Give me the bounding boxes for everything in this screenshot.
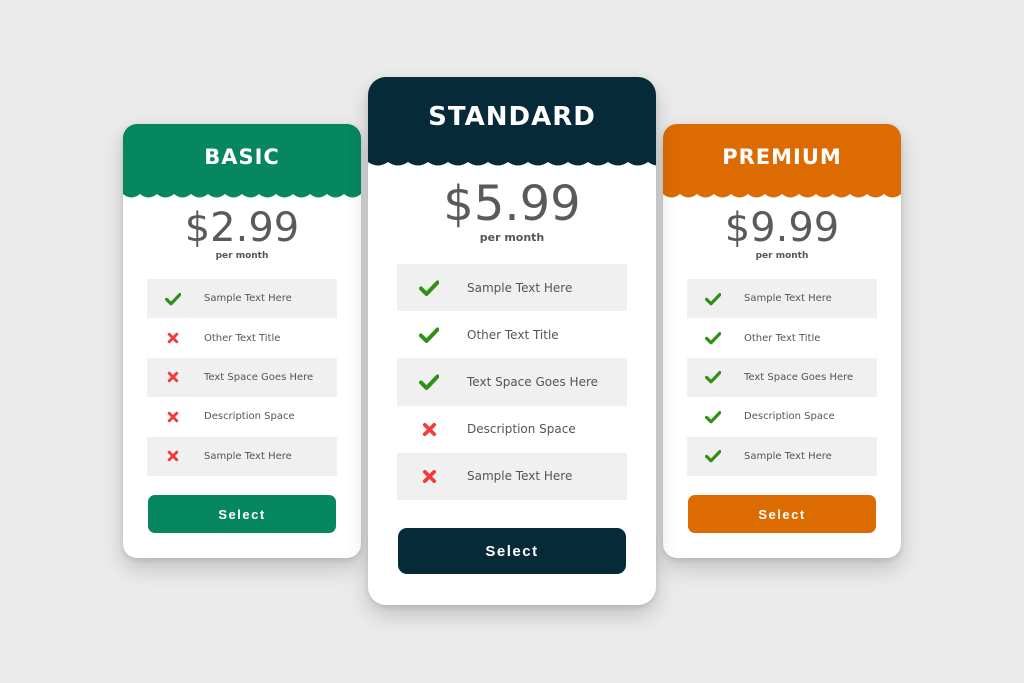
feature-row: Sample Text Here — [397, 452, 627, 500]
plan-header: BASIC — [123, 124, 361, 198]
plan-price: $5.99 — [443, 176, 581, 232]
feature-label: Sample Text Here — [204, 293, 292, 305]
feature-label: Sample Text Here — [467, 469, 573, 484]
wave-shape — [368, 160, 656, 166]
feature-row: Other Text Title — [147, 318, 337, 357]
feature-row: Description Space — [147, 397, 337, 436]
select-premium-button[interactable]: Select — [688, 495, 876, 533]
feature-label: Description Space — [467, 422, 576, 437]
price-block: $9.99 per month — [663, 208, 901, 261]
feature-label: Other Text Title — [204, 332, 281, 344]
feature-label: Text Space Goes Here — [467, 374, 599, 389]
feature-label: Sample Text Here — [204, 450, 292, 462]
feature-row: Other Text Title — [687, 318, 877, 357]
select-standard-button[interactable]: Select — [398, 528, 626, 574]
cross-icon — [147, 411, 199, 423]
cross-icon — [397, 469, 461, 484]
plan-header: PREMIUM — [663, 124, 901, 198]
check-icon — [147, 291, 199, 307]
check-icon — [397, 372, 461, 392]
cross-icon — [147, 371, 199, 383]
plan-name: PREMIUM — [722, 145, 842, 169]
feature-label: Sample Text Here — [744, 450, 832, 462]
wave-shape — [663, 192, 901, 198]
feature-row: Sample Text Here — [147, 279, 337, 319]
price-block: $2.99 per month — [123, 208, 361, 261]
select-basic-button[interactable]: Select — [148, 495, 336, 533]
feature-row: Description Space — [687, 397, 877, 436]
feature-label: Other Text Title — [467, 327, 559, 342]
price-block: $5.99 per month — [368, 180, 656, 244]
check-icon — [687, 330, 739, 346]
pricing-table: BASIC $2.99 per month Sample Text Here Ot… — [0, 0, 1024, 683]
plan-card-premium: PREMIUM $9.99 per month Sample Text Here… — [663, 124, 901, 558]
feature-row: Sample Text Here — [687, 279, 877, 319]
billing-period: per month — [755, 251, 809, 261]
wave-shape — [123, 192, 361, 198]
check-icon — [687, 369, 739, 385]
feature-label: Description Space — [744, 411, 835, 423]
cross-icon — [147, 332, 199, 344]
feature-label: Text Space Goes Here — [744, 371, 854, 383]
billing-period: per month — [479, 231, 545, 244]
plan-price: $9.99 — [724, 205, 840, 251]
feature-row: Text Space Goes Here — [687, 357, 877, 398]
plan-card-basic: BASIC $2.99 per month Sample Text Here Ot… — [123, 124, 361, 558]
plan-price: $2.99 — [184, 205, 300, 251]
plan-name: STANDARD — [428, 101, 596, 132]
check-icon — [687, 291, 739, 307]
feature-row: Sample Text Here — [687, 436, 877, 476]
check-icon — [687, 409, 739, 425]
check-icon — [397, 278, 461, 298]
check-icon — [687, 448, 739, 464]
feature-label: Description Space — [204, 411, 295, 423]
feature-label: Text Space Goes Here — [204, 371, 314, 383]
wave-edge — [368, 160, 656, 166]
feature-row: Text Space Goes Here — [147, 357, 337, 398]
feature-list: Sample Text Here Other Text Title Text Spa… — [687, 279, 877, 476]
plan-name: BASIC — [204, 145, 280, 169]
wave-edge — [663, 192, 901, 198]
wave-edge — [123, 192, 361, 198]
feature-row: Text Space Goes Here — [397, 358, 627, 406]
check-icon — [397, 325, 461, 345]
feature-label: Sample Text Here — [467, 280, 573, 295]
feature-row: Description Space — [397, 406, 627, 453]
feature-label: Sample Text Here — [744, 293, 832, 305]
feature-label: Other Text Title — [744, 332, 821, 344]
plan-header: STANDARD — [368, 77, 656, 166]
plan-card-standard: STANDARD $5.99 per month Sample Text Her… — [368, 77, 656, 605]
cross-icon — [397, 422, 461, 437]
feature-row: Sample Text Here — [397, 264, 627, 312]
feature-list: Sample Text Here Other Text Title Text Spa… — [397, 264, 627, 500]
feature-row: Other Text Title — [397, 311, 627, 358]
billing-period: per month — [215, 251, 269, 261]
cross-icon — [147, 450, 199, 462]
feature-row: Sample Text Here — [147, 436, 337, 476]
feature-list: Sample Text Here Other Text Title Text Spa… — [147, 279, 337, 476]
